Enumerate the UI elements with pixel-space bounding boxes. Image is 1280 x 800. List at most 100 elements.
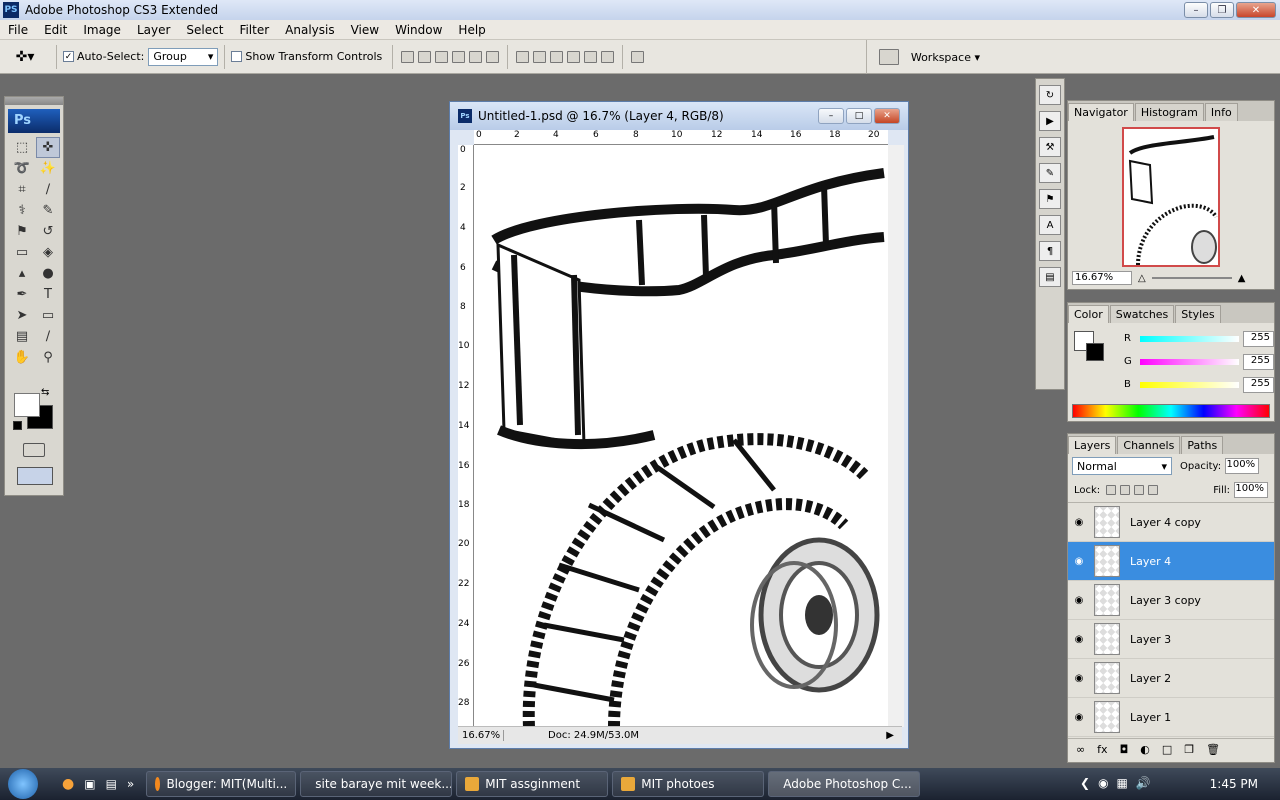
doc-minimize-button[interactable]: – [818,108,844,124]
history-panel-icon[interactable]: ↻ [1039,85,1061,105]
link-layers-icon[interactable]: ∞ [1076,743,1085,756]
clone-stamp-tool-icon[interactable]: ⚑ [10,221,34,242]
screen-mode-icon[interactable] [17,467,53,485]
auto-select-checkbox[interactable]: ✓ [63,51,74,62]
status-menu-arrow-icon[interactable]: ▶ [886,730,894,741]
slice-tool-icon[interactable]: ∕ [36,179,60,200]
restore-button[interactable]: ❐ [1210,2,1234,18]
lasso-tool-icon[interactable]: ➰ [10,158,34,179]
lock-transparency-icon[interactable] [1106,485,1117,495]
default-colors-icon[interactable] [13,421,22,430]
green-slider[interactable] [1139,358,1240,365]
move-tool-icon[interactable]: ✜ [36,137,60,158]
magic-wand-tool-icon[interactable]: ✨ [36,158,60,179]
navigator-zoom-field[interactable]: 16.67% [1072,271,1132,285]
layer-comps-icon[interactable]: ▤ [1039,267,1061,287]
auto-select-dropdown[interactable]: Group ▾ [148,47,219,66]
menu-image[interactable]: Image [75,23,129,37]
green-value[interactable]: 255 [1243,353,1274,370]
type-tool-icon[interactable]: T [36,284,60,305]
bridge-icon[interactable] [878,49,899,65]
brush-tool-icon[interactable]: ✎ [36,200,60,221]
close-button[interactable]: ✕ [1236,2,1276,18]
clock[interactable]: 1:45 PM [1210,777,1258,791]
show-transform-checkbox[interactable] [231,51,243,62]
new-group-icon[interactable]: □ [1162,743,1172,756]
new-layer-icon[interactable]: ❐ [1184,743,1194,756]
taskbar-item[interactable]: Adobe Photoshop C... [768,771,921,797]
doc-size-info[interactable]: Doc: 24.9M/53.0M [548,730,639,741]
align-right-icon[interactable] [486,50,500,63]
brushes-panel-icon[interactable]: ✎ [1039,163,1061,183]
layer-row[interactable]: ◉ Layer 3 copy [1068,581,1274,620]
lock-all-icon[interactable] [1148,485,1159,495]
distribute-bottom-icon[interactable] [550,50,564,63]
pen-tool-icon[interactable]: ✒ [10,284,34,305]
doc-maximize-button[interactable]: □ [846,108,872,124]
align-bottom-icon[interactable] [435,50,449,63]
menu-filter[interactable]: Filter [231,23,277,37]
auto-align-layers-icon[interactable] [631,50,645,63]
dodge-tool-icon[interactable]: ● [36,263,60,284]
menu-window[interactable]: Window [387,23,450,37]
eye-icon[interactable]: ◉ [1068,595,1090,606]
tab-color[interactable]: Color [1068,305,1109,323]
menu-file[interactable]: File [0,23,36,37]
taskbar-item[interactable]: MIT assginment [456,771,609,797]
eye-icon[interactable]: ◉ [1068,556,1090,567]
workspace-button[interactable]: Workspace ▾ [911,51,980,64]
distribute-hcenter-icon[interactable] [584,50,598,63]
distribute-right-icon[interactable] [601,50,615,63]
vertical-scrollbar[interactable] [888,145,904,727]
taskbar-item[interactable]: MIT photoes [612,771,765,797]
eye-icon[interactable]: ◉ [1068,517,1090,528]
lock-position-icon[interactable] [1134,485,1145,495]
minimize-button[interactable]: – [1184,2,1208,18]
color-bg-swatch[interactable] [1086,343,1104,361]
notes-tool-icon[interactable]: ▤ [10,326,34,347]
eye-icon[interactable]: ◉ [1068,634,1090,645]
taskbar-item[interactable]: site baraye mit week... [300,771,453,797]
panel-grip[interactable] [5,97,63,105]
red-slider[interactable] [1139,335,1240,342]
eyedropper-tool-icon[interactable]: ∕ [36,326,60,347]
swap-colors-icon[interactable]: ⇆ [41,387,49,398]
rectangle-tool-icon[interactable]: ▭ [36,305,60,326]
tab-info[interactable]: Info [1204,103,1238,121]
layer-style-icon[interactable]: fx [1097,743,1107,756]
blend-mode-dropdown[interactable]: Normal ▾ [1072,457,1172,475]
zoom-out-icon[interactable]: △ [1138,273,1146,284]
blue-value[interactable]: 255 [1243,376,1274,393]
history-brush-tool-icon[interactable]: ↺ [36,221,60,242]
document-canvas[interactable] [474,145,888,727]
doc-close-button[interactable]: ✕ [874,108,900,124]
delete-layer-icon[interactable]: 🗑 [1206,743,1220,756]
actions-panel-icon[interactable]: ▶ [1039,111,1061,131]
red-value[interactable]: 255 [1243,330,1274,347]
layer-row[interactable]: ◉ Layer 3 [1068,620,1274,659]
tray-app-icon[interactable]: ◉ [1098,776,1108,790]
foreground-color-swatch[interactable] [14,393,40,417]
crop-tool-icon[interactable]: ⌗ [10,179,34,200]
zoom-tool-icon[interactable]: ⚲ [36,347,60,368]
switch-windows-icon[interactable]: ▤ [106,777,117,791]
healing-brush-tool-icon[interactable]: ⚕ [10,200,34,221]
color-spectrum-ramp[interactable] [1072,404,1270,418]
distribute-left-icon[interactable] [567,50,581,63]
align-left-icon[interactable] [452,50,466,63]
tab-paths[interactable]: Paths [1181,436,1224,454]
menu-help[interactable]: Help [450,23,493,37]
layer-row[interactable]: ◉ Layer 1 [1068,698,1274,737]
marquee-tool-icon[interactable]: ⬚ [10,137,34,158]
tool-presets-icon[interactable]: ⚒ [1039,137,1061,157]
lock-pixels-icon[interactable] [1120,485,1131,495]
paint-bucket-tool-icon[interactable]: ◈ [36,242,60,263]
tray-expand-icon[interactable]: ❮ [1080,776,1090,790]
layer-mask-icon[interactable]: ◘ [1120,743,1129,756]
opacity-value[interactable]: 100% [1225,458,1260,474]
character-panel-icon[interactable]: A [1039,215,1061,235]
menu-analysis[interactable]: Analysis [277,23,342,37]
fill-value[interactable]: 100% [1234,482,1268,498]
quicklaunch-overflow-icon[interactable]: » [127,777,134,791]
quick-mask-icon[interactable] [23,443,45,457]
